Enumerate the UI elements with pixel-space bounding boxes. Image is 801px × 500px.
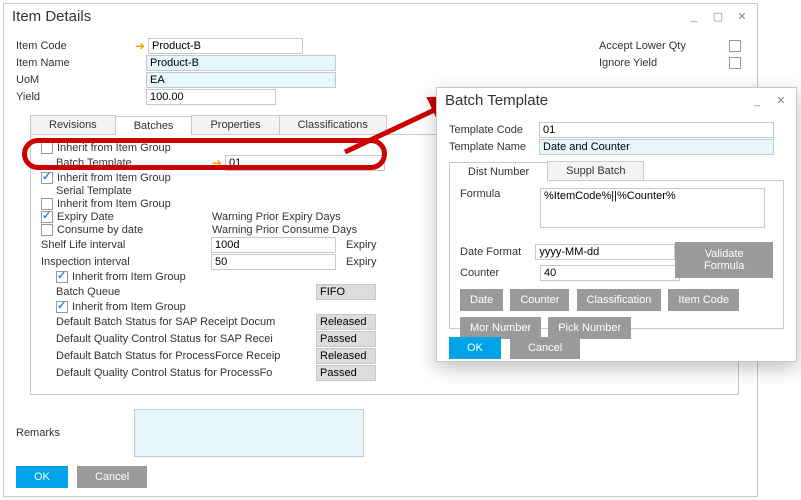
default-batch-pf-input bbox=[316, 348, 376, 364]
inherit2-label: Inherit from Item Group bbox=[57, 172, 171, 184]
remarks-label: Remarks bbox=[16, 427, 134, 439]
item-name-input[interactable] bbox=[146, 55, 336, 71]
template-name-input[interactable] bbox=[539, 139, 774, 155]
serial-template-label: Serial Template bbox=[56, 185, 132, 197]
template-code-input[interactable] bbox=[539, 122, 774, 138]
tab-dist-number[interactable]: Dist Number bbox=[449, 162, 548, 181]
default-qc-pf-input bbox=[316, 365, 376, 381]
inspection-label: Inspection interval bbox=[41, 256, 211, 268]
default-batch-pf-label: Default Batch Status for ProcessForce Re… bbox=[56, 350, 316, 362]
inherit5-checkbox[interactable] bbox=[56, 301, 68, 313]
inherit1-checkbox[interactable] bbox=[41, 142, 53, 154]
ok-button[interactable]: OK bbox=[449, 337, 501, 359]
close-icon[interactable]: ✕ bbox=[774, 94, 788, 108]
maximize-icon[interactable]: ▢ bbox=[711, 10, 725, 24]
minimize-icon[interactable]: _ bbox=[750, 94, 764, 108]
default-qc-status-input bbox=[316, 331, 376, 347]
arrow-icon[interactable]: ➔ bbox=[211, 156, 223, 170]
chip-item-code[interactable]: Item Code bbox=[668, 289, 739, 311]
counter-input[interactable] bbox=[540, 265, 680, 281]
batch-template-window: Batch Template _ ✕ Template Code Templat… bbox=[436, 87, 797, 362]
default-qc-pf-label: Default Quality Control Status for Proce… bbox=[56, 367, 316, 379]
batch-template-title: Batch Template bbox=[445, 92, 740, 109]
template-code-label: Template Code bbox=[449, 124, 539, 136]
default-qc-status-label: Default Quality Control Status for SAP R… bbox=[56, 333, 316, 345]
batch-template-input[interactable] bbox=[225, 155, 385, 171]
formula-input[interactable] bbox=[540, 188, 765, 228]
arrow-icon[interactable]: ➔ bbox=[134, 39, 146, 53]
date-format-label: Date Format bbox=[460, 246, 535, 258]
batch-queue-input bbox=[316, 284, 376, 300]
ok-button[interactable]: OK bbox=[16, 466, 68, 488]
shelf-life-input[interactable] bbox=[211, 237, 336, 253]
shelf-life-expiry: Expiry bbox=[346, 239, 377, 251]
template-tabs: Dist Number Suppl Batch bbox=[449, 161, 784, 181]
inherit4-label: Inherit from Item Group bbox=[72, 271, 186, 283]
template-name-label: Template Name bbox=[449, 141, 539, 153]
yield-label: Yield bbox=[16, 91, 134, 103]
chip-classification[interactable]: Classification bbox=[577, 289, 662, 311]
chip-counter[interactable]: Counter bbox=[510, 289, 569, 311]
inherit3-label: Inherit from Item Group bbox=[57, 198, 171, 210]
yield-input[interactable] bbox=[146, 89, 276, 105]
tab-suppl-batch[interactable]: Suppl Batch bbox=[547, 161, 644, 180]
tab-properties[interactable]: Properties bbox=[191, 115, 279, 134]
batch-template-titlebar: Batch Template _ ✕ bbox=[437, 88, 796, 113]
default-batch-status-input bbox=[316, 314, 376, 330]
consume-by-date-checkbox[interactable] bbox=[41, 224, 53, 236]
uom-input[interactable] bbox=[146, 72, 336, 88]
batch-template-content: Template Code Template Name Dist Number … bbox=[437, 113, 796, 371]
chip-date[interactable]: Date bbox=[460, 289, 503, 311]
item-details-title: Item Details bbox=[12, 8, 677, 25]
ignore-yield-label: Ignore Yield bbox=[599, 57, 729, 69]
remarks-textarea[interactable] bbox=[134, 409, 364, 457]
accept-lower-qty-label: Accept Lower Qty bbox=[599, 40, 729, 52]
warning-prior-expiry-label: Warning Prior Expiry Days bbox=[212, 211, 341, 223]
close-icon[interactable]: ✕ bbox=[735, 10, 749, 24]
item-name-label: Item Name bbox=[16, 57, 134, 69]
inherit5-label: Inherit from Item Group bbox=[72, 301, 186, 313]
inspection-input[interactable] bbox=[211, 254, 336, 270]
default-batch-status-label: Default Batch Status for SAP Receipt Doc… bbox=[56, 316, 316, 328]
counter-label: Counter bbox=[460, 267, 540, 279]
tab-revisions[interactable]: Revisions bbox=[30, 115, 116, 134]
consume-by-date-label: Consume by date bbox=[57, 224, 212, 236]
accept-lower-qty-checkbox[interactable] bbox=[729, 40, 741, 52]
cancel-button[interactable]: Cancel bbox=[77, 466, 147, 488]
inherit4-checkbox[interactable] bbox=[56, 271, 68, 283]
tab-batches[interactable]: Batches bbox=[115, 116, 193, 135]
cancel-button[interactable]: Cancel bbox=[510, 337, 580, 359]
batch-queue-label: Batch Queue bbox=[56, 286, 316, 298]
warning-prior-consume-label: Warning Prior Consume Days bbox=[212, 224, 357, 236]
item-details-titlebar: Item Details _ ▢ ✕ bbox=[4, 4, 757, 29]
expiry-date-label: Expiry Date bbox=[57, 211, 212, 223]
item-code-input[interactable] bbox=[148, 38, 303, 54]
date-format-input[interactable] bbox=[535, 244, 675, 260]
shelf-life-label: Shelf Life interval bbox=[41, 239, 211, 251]
inspection-expiry: Expiry bbox=[346, 256, 377, 268]
inherit2-checkbox[interactable] bbox=[41, 172, 53, 184]
template-tabbody: Formula Date Format Validate Formula Cou… bbox=[449, 181, 784, 329]
chip-row: Date Counter Classification Item Code Mo… bbox=[460, 283, 773, 339]
uom-label: UoM bbox=[16, 74, 134, 86]
ignore-yield-checkbox[interactable] bbox=[729, 57, 741, 69]
inherit1-label: Inherit from Item Group bbox=[57, 142, 171, 154]
expiry-date-checkbox[interactable] bbox=[41, 211, 53, 223]
batch-template-label: Batch Template bbox=[56, 157, 211, 169]
chip-mor-number[interactable]: Mor Number bbox=[460, 317, 541, 339]
chip-pick-number[interactable]: Pick Number bbox=[548, 317, 631, 339]
minimize-icon[interactable]: _ bbox=[687, 10, 701, 24]
tab-classifications[interactable]: Classifications bbox=[279, 115, 387, 134]
item-code-label: Item Code bbox=[16, 40, 134, 52]
validate-formula-button[interactable]: Validate Formula bbox=[675, 242, 773, 278]
formula-label: Formula bbox=[460, 188, 540, 200]
